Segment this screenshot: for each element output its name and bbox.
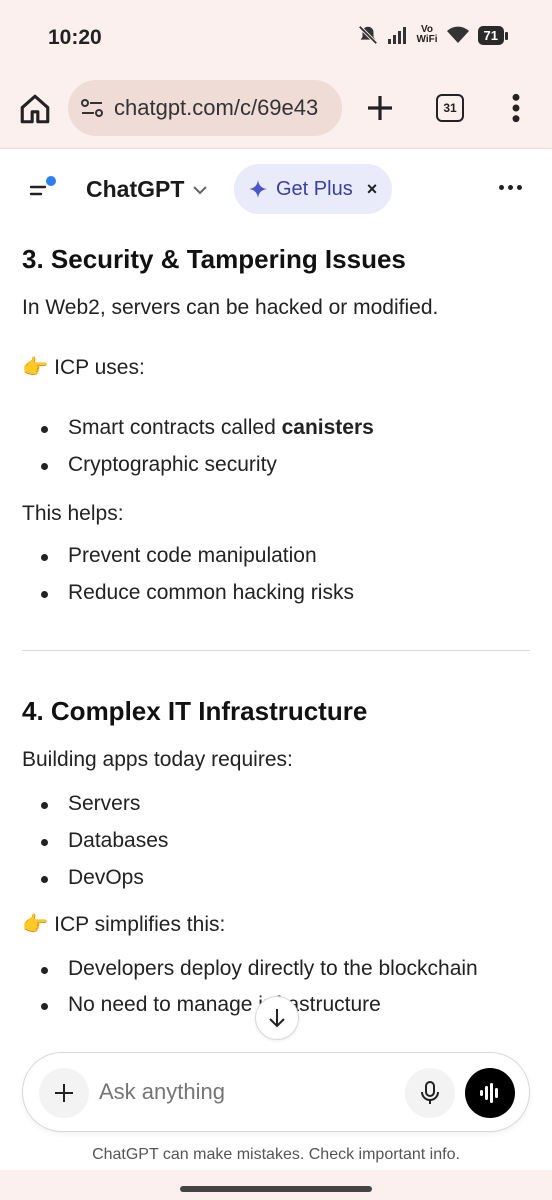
section-heading: 3. Security & Tampering Issues <box>22 244 406 274</box>
attach-button[interactable] <box>39 1068 89 1118</box>
more-options-icon[interactable] <box>499 185 522 190</box>
paragraph: This helps: <box>22 502 124 525</box>
pointing-hand-icon: 👉 <box>22 913 49 936</box>
status-bar: 10:20 Vo WiFi 71 <box>0 0 552 72</box>
microphone-icon <box>421 1081 439 1104</box>
get-plus-label: Get Plus <box>276 177 353 200</box>
browser-menu-icon[interactable] <box>506 92 526 124</box>
list-item: Smart contracts called canisters <box>41 416 374 439</box>
scroll-to-bottom-button[interactable] <box>255 996 299 1040</box>
list-item: DevOps <box>41 866 144 889</box>
plus-icon <box>55 1084 73 1102</box>
home-icon[interactable] <box>18 92 52 126</box>
signal-icon <box>387 27 406 44</box>
system-nav-bar <box>0 1170 552 1200</box>
battery-indicator: 71 <box>477 25 509 45</box>
sidebar-toggle-icon[interactable] <box>28 173 60 205</box>
list-item: No need to manage infrastructure <box>41 993 381 1016</box>
paragraph: In Web2, servers can be hacked or modifi… <box>22 296 439 319</box>
voice-mode-button[interactable] <box>465 1068 515 1118</box>
address-bar[interactable]: chatgpt.com/c/69e43 <box>68 80 342 136</box>
close-icon[interactable]: × <box>367 179 378 200</box>
new-tab-icon[interactable] <box>364 92 396 124</box>
list-item: Databases <box>40 829 169 852</box>
url-text: chatgpt.com/c/69e43 <box>114 95 319 120</box>
get-plus-button[interactable]: Get Plus × <box>234 164 392 214</box>
list-item: Reduce common hacking risks <box>41 581 354 604</box>
status-icons: Vo WiFi 71 <box>357 24 509 46</box>
vowifi-indicator: Vo WiFi <box>416 24 438 45</box>
list-item: Prevent code manipulation <box>41 544 317 567</box>
list-item: Developers deploy directly to the blockc… <box>41 957 478 980</box>
sparkle-icon <box>249 180 267 198</box>
mute-bell-icon <box>357 25 378 45</box>
dictation-button[interactable] <box>405 1068 455 1118</box>
disclaimer-text: ChatGPT can make mistakes. Check importa… <box>92 1146 460 1163</box>
list-item: Servers <box>40 792 141 815</box>
app-title-text: ChatGPT <box>86 176 185 202</box>
pointing-hand-icon: 👉 <box>22 356 49 379</box>
status-time: 10:20 <box>48 26 102 49</box>
list-item: Cryptographic security <box>41 453 277 476</box>
gesture-handle[interactable] <box>180 1186 372 1192</box>
site-settings-icon[interactable] <box>80 98 104 118</box>
browser-toolbar: chatgpt.com/c/69e43 31 <box>0 72 552 148</box>
arrow-down-icon <box>269 1009 285 1028</box>
paragraph: Building apps today requires: <box>22 748 293 771</box>
composer <box>22 1052 530 1132</box>
voice-waveform-icon <box>480 1083 498 1103</box>
model-selector[interactable]: ChatGPT <box>86 176 208 203</box>
section-divider <box>22 650 530 651</box>
section-heading: 4. Complex IT Infrastructure <box>22 696 368 726</box>
message-input[interactable] <box>99 1079 389 1105</box>
paragraph-icp-simplifies: 👉 ICP simplifies this: <box>22 913 226 936</box>
tab-switcher-button[interactable]: 31 <box>436 94 464 122</box>
chevron-down-icon <box>193 185 208 194</box>
chatgpt-header: ChatGPT Get Plus × <box>0 148 552 230</box>
chat-message: 3. Security & Tampering Issues In Web2, … <box>0 230 552 1050</box>
wifi-icon <box>446 26 469 43</box>
paragraph-icp-uses: 👉 ICP uses: <box>22 356 145 379</box>
